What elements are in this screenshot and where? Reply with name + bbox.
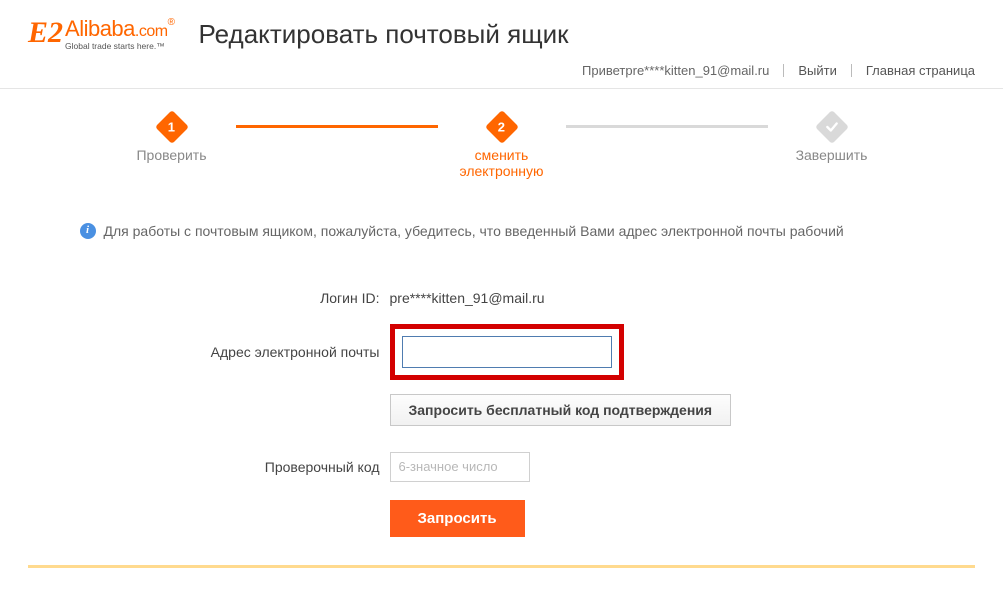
code-label: Проверочный код: [80, 459, 390, 475]
email-form: Логин ID: pre****kitten_91@mail.ru Адрес…: [80, 290, 924, 537]
footer-banner: [28, 565, 975, 583]
progress-line-1: [236, 125, 438, 128]
greeting-text: Приветpre****kitten_91@mail.ru: [582, 63, 769, 78]
logo-icon: E2: [28, 18, 63, 48]
request-code-row: Запросить бесплатный код подтверждения: [80, 394, 924, 426]
top-subnav: Приветpre****kitten_91@mail.ru Выйти Гла…: [0, 57, 1003, 88]
request-code-button[interactable]: Запросить бесплатный код подтверждения: [390, 394, 732, 426]
info-icon: i: [80, 223, 96, 239]
code-row: Проверочный код: [80, 452, 924, 482]
info-text: Для работы с почтовым ящиком, пожалуйста…: [104, 221, 844, 242]
info-notice: i Для работы с почтовым ящиком, пожалуйс…: [80, 221, 924, 242]
progress-line-2: [566, 125, 768, 128]
submit-row: Запросить: [80, 500, 924, 537]
step-1-label: Проверить: [112, 147, 232, 179]
page-title: Редактировать почтовый ящик: [198, 19, 568, 50]
header: E2 Alibaba.com® Global trade starts here…: [0, 0, 1003, 57]
step-3-badge: [815, 110, 849, 144]
login-id-value: pre****kitten_91@mail.ru: [390, 290, 545, 306]
step-2: 2: [442, 115, 562, 139]
progress-tracker: 1 2 Проверить сменить электронную Заверш…: [0, 89, 1003, 179]
logo-brand: Alibaba.com®: [65, 18, 174, 40]
step-1-badge: 1: [155, 110, 189, 144]
main-content: i Для работы с почтовым ящиком, пожалуйс…: [52, 179, 952, 537]
verification-code-input[interactable]: [390, 452, 530, 482]
divider: [851, 64, 852, 77]
step-3: [772, 115, 892, 139]
home-link[interactable]: Главная страница: [866, 63, 975, 78]
step-2-label: сменить электронную: [442, 147, 562, 179]
login-id-label: Логин ID:: [80, 290, 390, 306]
login-id-row: Логин ID: pre****kitten_91@mail.ru: [80, 290, 924, 306]
email-input[interactable]: [402, 336, 612, 368]
email-label: Адрес электронной почты: [80, 344, 390, 360]
step-2-badge: 2: [485, 110, 519, 144]
email-highlight-box: [390, 324, 624, 380]
divider: [783, 64, 784, 77]
alibaba-logo[interactable]: E2 Alibaba.com® Global trade starts here…: [28, 18, 174, 51]
logout-link[interactable]: Выйти: [798, 63, 837, 78]
check-icon: [825, 120, 839, 134]
step-3-label: Завершить: [772, 147, 892, 179]
logo-tagline: Global trade starts here.™: [65, 42, 174, 51]
step-1: 1: [112, 115, 232, 139]
submit-button[interactable]: Запросить: [390, 500, 525, 537]
email-row: Адрес электронной почты: [80, 324, 924, 380]
